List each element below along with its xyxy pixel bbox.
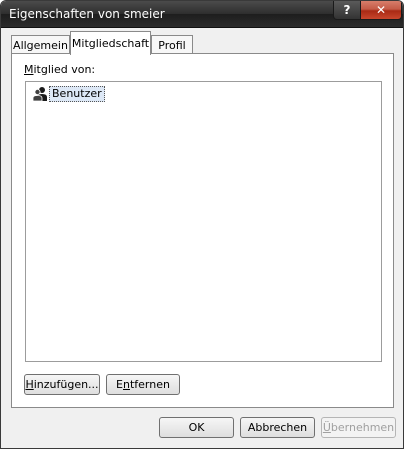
add-button[interactable]: Hinzufügen... bbox=[24, 374, 100, 395]
apply-button[interactable]: Übernehmen bbox=[321, 417, 396, 438]
tab-profil-label: Profil bbox=[158, 38, 186, 52]
close-button[interactable]: ✕ bbox=[360, 1, 402, 20]
title-bar[interactable]: Eigenschaften von smeier ? ✕ bbox=[1, 1, 403, 28]
remove-button[interactable]: En tfernen bbox=[106, 374, 180, 395]
member-of-list[interactable]: Benutzer bbox=[25, 81, 382, 362]
cancel-button[interactable]: Abbrechen bbox=[240, 417, 315, 438]
properties-dialog: Eigenschaften von smeier ? ✕ Allgemein M… bbox=[0, 0, 404, 449]
window-title: Eigenschaften von smeier bbox=[9, 7, 165, 21]
list-item[interactable]: Benutzer bbox=[32, 86, 105, 102]
list-item-label: Benutzer bbox=[49, 86, 105, 102]
membership-panel: Mitglied von: Benutzer Hinzufügen... Ent… bbox=[11, 53, 394, 408]
help-icon: ? bbox=[343, 3, 351, 17]
ok-button[interactable]: OK bbox=[159, 417, 234, 438]
tab-allgemein-label: Allgemein bbox=[13, 38, 68, 52]
user-group-icon bbox=[32, 87, 47, 102]
close-icon: ✕ bbox=[375, 3, 387, 17]
tab-allgemein[interactable]: Allgemein bbox=[11, 35, 70, 54]
member-of-label: Mitglied von: bbox=[24, 63, 96, 76]
help-button[interactable]: ? bbox=[333, 1, 361, 20]
tab-profil[interactable]: Profil bbox=[151, 35, 193, 54]
tab-mitgliedschaft[interactable]: Mitgliedschaft bbox=[70, 31, 151, 55]
tab-mitgliedschaft-label: Mitgliedschaft bbox=[71, 37, 150, 50]
